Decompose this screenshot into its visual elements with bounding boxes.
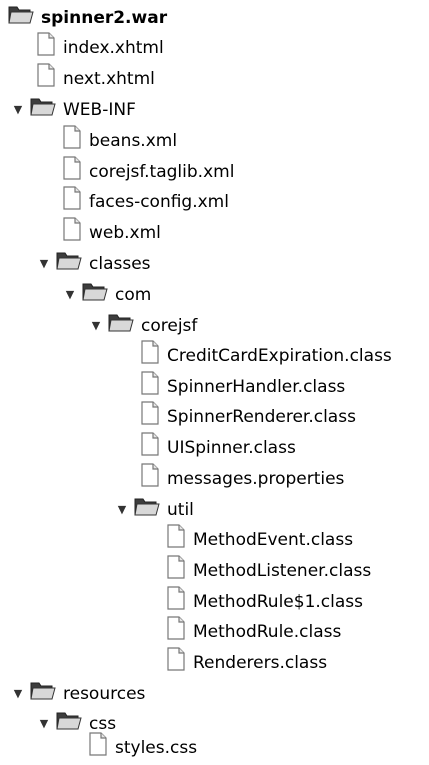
tree-item-methodrule1-class[interactable]: MethodRule$1.class (166, 585, 363, 619)
folder-open-icon (134, 495, 160, 526)
file-icon (88, 731, 108, 765)
tree-item-label: SpinnerHandler.class (167, 377, 346, 397)
tree-item-util[interactable]: ▼ util (116, 496, 194, 524)
tree-item-spinnerrenderer-class[interactable]: SpinnerRenderer.class (140, 400, 356, 434)
tree-item-label: resources (63, 684, 146, 704)
folder-open-icon (30, 95, 56, 126)
expand-toggle-icon[interactable]: ▼ (38, 250, 50, 278)
tree-item-methodlistener-class[interactable]: MethodListener.class (166, 554, 372, 588)
expand-toggle-icon[interactable]: ▼ (38, 710, 50, 738)
file-icon (140, 431, 160, 465)
expand-toggle-icon[interactable]: ▼ (12, 680, 24, 708)
tree-item-label: messages.properties (167, 469, 345, 489)
folder-open-icon (56, 249, 82, 280)
file-icon (166, 615, 186, 649)
tree-item-renderers-class[interactable]: Renderers.class (166, 646, 328, 680)
tree-item-messages-properties[interactable]: messages.properties (140, 462, 345, 496)
tree-item-label: util (167, 500, 194, 520)
tree-item-com[interactable]: ▼ com (64, 281, 151, 309)
tree-item-label: index.xhtml (63, 38, 164, 58)
tree-item-creditcardexpiration-class[interactable]: CreditCardExpiration.class (140, 339, 392, 373)
tree-item-label: WEB-INF (63, 100, 136, 120)
tree-item-label: classes (89, 254, 151, 274)
file-icon (62, 216, 82, 250)
tree-item-label: web.xml (89, 223, 161, 243)
tree-item-methodevent-class[interactable]: MethodEvent.class (166, 523, 354, 557)
tree-item-faces-config-xml[interactable]: faces-config.xml (62, 185, 229, 219)
tree-item-beans-xml[interactable]: beans.xml (62, 124, 178, 158)
tree-item-label: MethodEvent.class (193, 530, 354, 550)
file-tree: spinner2.war index.xhtml next.xhtml ▼ WE… (0, 0, 429, 762)
tree-item-label: next.xhtml (63, 69, 155, 89)
tree-item-label: UISpinner.class (167, 438, 296, 458)
tree-item-methodrule-class[interactable]: MethodRule.class (166, 615, 342, 649)
file-icon (140, 400, 160, 434)
tree-item-corejsf-taglib-xml[interactable]: corejsf.taglib.xml (62, 155, 235, 189)
folder-open-icon (30, 679, 56, 710)
tree-root-label: spinner2.war (41, 8, 168, 28)
tree-item-label: styles.css (115, 738, 198, 758)
file-icon (140, 370, 160, 404)
expand-toggle-icon[interactable]: ▼ (116, 496, 128, 524)
file-icon (166, 585, 186, 619)
tree-item-label: faces-config.xml (89, 192, 229, 212)
file-icon (140, 462, 160, 496)
tree-item-next-xhtml[interactable]: next.xhtml (36, 62, 155, 96)
file-icon (140, 339, 160, 373)
tree-item-label: corejsf.taglib.xml (89, 162, 235, 182)
tree-item-label: CreditCardExpiration.class (167, 346, 392, 366)
tree-item-index-xhtml[interactable]: index.xhtml (36, 31, 164, 65)
tree-item-styles-css[interactable]: styles.css (88, 731, 198, 765)
expand-toggle-icon[interactable]: ▼ (12, 96, 24, 124)
file-icon (166, 646, 186, 680)
tree-item-resources[interactable]: ▼ resources (12, 680, 145, 708)
file-icon (166, 523, 186, 557)
expand-toggle-icon[interactable]: ▼ (64, 281, 76, 309)
tree-item-label: SpinnerRenderer.class (167, 407, 356, 427)
folder-open-icon (82, 280, 108, 311)
tree-item-classes[interactable]: ▼ classes (38, 250, 151, 278)
tree-item-spinnerhandler-class[interactable]: SpinnerHandler.class (140, 370, 346, 404)
tree-item-label: corejsf (141, 316, 198, 336)
tree-root-spinner2-war[interactable]: spinner2.war (8, 4, 167, 32)
tree-item-label: MethodRule$1.class (193, 592, 363, 612)
file-icon (62, 185, 82, 219)
tree-item-label: Renderers.class (193, 653, 328, 673)
file-icon (36, 62, 56, 96)
tree-item-web-inf[interactable]: ▼ WEB-INF (12, 96, 136, 124)
file-icon (62, 124, 82, 158)
folder-open-icon (8, 3, 34, 34)
tree-item-uispinner-class[interactable]: UISpinner.class (140, 431, 296, 465)
file-icon (62, 155, 82, 189)
tree-item-label: beans.xml (89, 131, 178, 151)
file-icon (166, 554, 186, 588)
tree-item-label: MethodListener.class (193, 561, 372, 581)
tree-item-web-xml[interactable]: web.xml (62, 216, 161, 250)
tree-item-corejsf[interactable]: ▼ corejsf (90, 312, 197, 340)
tree-item-label: com (115, 285, 152, 305)
folder-open-icon (108, 311, 134, 342)
folder-open-icon (56, 709, 82, 740)
file-icon (36, 31, 56, 65)
expand-toggle-icon[interactable]: ▼ (90, 312, 102, 340)
tree-item-label: MethodRule.class (193, 622, 342, 642)
